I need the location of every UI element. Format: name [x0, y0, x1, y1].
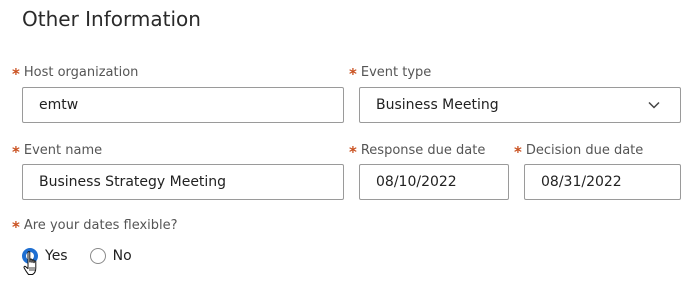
required-asterisk: *	[12, 143, 20, 161]
required-asterisk: *	[12, 65, 20, 83]
response-due-date-input[interactable]: 08/10/2022	[359, 164, 509, 200]
radio-no-label[interactable]: No	[113, 248, 132, 264]
required-asterisk: *	[349, 65, 357, 83]
host-organization-value: emtw	[39, 97, 79, 113]
response-due-date-label-text: Response due date	[360, 143, 486, 158]
host-organization-label-text: Host organization	[23, 65, 139, 80]
decision-due-date-label-text: Decision due date	[525, 143, 644, 158]
decision-due-date-label: * Decision due date	[514, 143, 644, 161]
response-due-date-label: * Response due date	[349, 143, 486, 161]
hand-pointer-cursor-icon	[23, 251, 37, 275]
event-type-value: Business Meeting	[376, 97, 499, 113]
event-name-input[interactable]: Business Strategy Meeting	[22, 164, 344, 200]
event-type-select[interactable]: Business Meeting	[359, 87, 681, 123]
decision-due-date-value: 08/31/2022	[541, 174, 622, 190]
event-name-value: Business Strategy Meeting	[39, 174, 227, 190]
event-type-label: * Event type	[349, 65, 432, 83]
event-name-label-text: Event name	[23, 143, 103, 158]
required-asterisk: *	[514, 143, 522, 161]
event-name-label: * Event name	[12, 143, 103, 161]
required-asterisk: *	[12, 218, 20, 236]
event-type-label-text: Event type	[360, 65, 432, 80]
host-organization-input[interactable]: emtw	[22, 87, 344, 123]
chevron-down-icon[interactable]	[648, 101, 660, 109]
decision-due-date-input[interactable]: 08/31/2022	[524, 164, 681, 200]
response-due-date-value: 08/10/2022	[376, 174, 457, 190]
dates-flexible-label-text: Are your dates flexible?	[23, 218, 178, 233]
section-title: Other Information	[22, 7, 201, 31]
dates-flexible-label: * Are your dates flexible?	[12, 218, 178, 236]
required-asterisk: *	[349, 143, 357, 161]
host-organization-label: * Host organization	[12, 65, 139, 83]
radio-no[interactable]	[89, 248, 106, 264]
radio-yes-label[interactable]: Yes	[45, 248, 68, 264]
